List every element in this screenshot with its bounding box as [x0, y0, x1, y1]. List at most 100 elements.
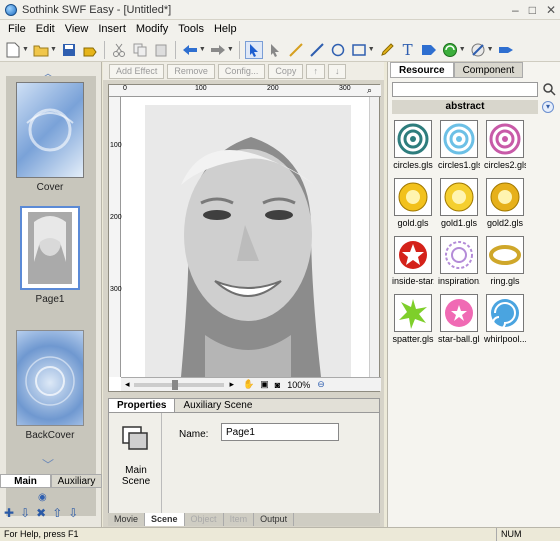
subselect-icon[interactable] — [266, 41, 284, 59]
rectangle-tool-icon[interactable] — [350, 41, 368, 59]
line2-tool-icon[interactable] — [308, 41, 326, 59]
menu-tools[interactable]: Tools — [173, 23, 209, 35]
resource-item[interactable]: ring.gls — [484, 236, 526, 294]
menu-insert[interactable]: Insert — [93, 23, 131, 35]
publish-dropdown-icon[interactable]: ▼ — [487, 46, 494, 53]
tab-auxiliary[interactable]: Auxiliary — [51, 474, 102, 488]
canvas-vertical-scrollbar[interactable] — [369, 97, 379, 379]
canvas-zoom-bar: ◂ ▸ ✋ ▣ ◙ 100% ⊖ — [121, 377, 381, 391]
copy-effect-button[interactable]: Copy — [268, 63, 304, 79]
publish-icon[interactable] — [469, 41, 487, 59]
tab-movie[interactable]: Movie — [108, 513, 146, 526]
actual-size-icon[interactable]: ◙ — [275, 380, 280, 390]
menu-help[interactable]: Help — [209, 23, 242, 35]
minimize-button[interactable]: – — [512, 3, 519, 17]
resource-item-label: circles1.gls — [438, 160, 480, 170]
config-effect-button[interactable]: Config... — [217, 63, 266, 79]
text-tool-icon[interactable]: T — [399, 41, 417, 59]
stage-canvas[interactable]: 0 100 200 300 ⌕ 100 200 300 ◂ ▸ ✋ ▣ ◙ 10… — [108, 84, 381, 392]
play-icon[interactable] — [420, 41, 438, 59]
resource-item[interactable]: whirlpool.... — [484, 294, 526, 352]
move-up-icon[interactable]: ⇧ — [52, 506, 62, 520]
resource-item[interactable]: gold.gls — [392, 178, 434, 236]
scroll-right-icon[interactable]: ▸ — [230, 379, 235, 390]
resource-category[interactable]: abstract — [392, 100, 538, 114]
tab-item[interactable]: Item — [224, 513, 255, 526]
scene-name-input[interactable] — [221, 423, 339, 441]
line-tool-icon[interactable] — [287, 41, 305, 59]
paste-icon[interactable] — [152, 41, 170, 59]
redo-icon[interactable] — [209, 41, 227, 59]
add-effect-button[interactable]: Add Effect — [109, 63, 165, 79]
close-button[interactable]: ✕ — [546, 3, 556, 17]
shape-dropdown-icon[interactable]: ▼ — [368, 46, 375, 53]
window-title: Sothink SWF Easy - [Untitled*] — [22, 3, 172, 16]
resource-search-input[interactable] — [392, 82, 538, 97]
remove-effect-button[interactable]: Remove — [167, 63, 215, 79]
tab-auxiliary-scene[interactable]: Auxiliary Scene — [175, 399, 260, 412]
menu-file[interactable]: File — [3, 23, 31, 35]
open-folder-icon[interactable] — [32, 41, 50, 59]
scene-label: Main Scene — [121, 465, 151, 487]
import-page-icon[interactable]: ⇩ — [20, 506, 30, 520]
menu-modify[interactable]: Modify — [131, 23, 173, 35]
redo-dropdown-icon[interactable]: ▼ — [227, 46, 234, 53]
resource-item[interactable]: circles.gls — [392, 120, 434, 178]
copy-icon[interactable] — [131, 41, 149, 59]
cut-icon[interactable] — [110, 41, 128, 59]
tab-object[interactable]: Object — [185, 513, 224, 526]
tab-properties[interactable]: Properties — [109, 399, 176, 412]
resource-item-label: circles2.gls — [484, 160, 526, 170]
undo-icon[interactable] — [181, 41, 199, 59]
resource-item[interactable]: circles2.gls — [484, 120, 526, 178]
tab-resource[interactable]: Resource — [390, 62, 454, 78]
fit-view-icon[interactable]: ▣ — [260, 379, 269, 390]
tab-component[interactable]: Component — [453, 62, 524, 78]
tab-output[interactable]: Output — [254, 513, 295, 526]
page-photo[interactable] — [145, 105, 351, 377]
resource-item[interactable]: gold1.gls — [438, 178, 480, 236]
resource-item[interactable]: gold2.gls — [484, 178, 526, 236]
resource-thumbnail — [394, 294, 432, 332]
export-icon[interactable] — [81, 41, 99, 59]
menu-view[interactable]: View — [60, 23, 94, 35]
preview-globe-icon[interactable] — [441, 41, 459, 59]
new-file-icon[interactable] — [4, 41, 22, 59]
horizontal-scroll-track[interactable] — [133, 379, 224, 390]
menu-edit[interactable]: Edit — [31, 23, 60, 35]
new-dropdown-icon[interactable]: ▼ — [22, 46, 29, 53]
scroll-down-icon[interactable]: ﹀ — [42, 456, 54, 473]
resource-item[interactable]: spatter.gls — [392, 294, 434, 352]
preview-dropdown-icon[interactable]: ▼ — [459, 46, 466, 53]
resource-item[interactable]: circles1.gls — [438, 120, 480, 178]
scroll-left-icon[interactable]: ◂ — [125, 379, 130, 390]
delete-page-icon[interactable]: ✖ — [36, 506, 46, 520]
resource-item[interactable]: inside-star... — [392, 236, 434, 294]
maximize-button[interactable]: □ — [529, 3, 536, 17]
open-dropdown-icon[interactable]: ▼ — [50, 46, 57, 53]
resource-item[interactable]: inspiration... — [438, 236, 480, 294]
move-down-icon[interactable]: ⇩ — [68, 506, 78, 520]
select-arrow-icon[interactable] — [244, 40, 263, 59]
effect-down-icon[interactable]: ↓ — [327, 63, 347, 79]
tab-scene[interactable]: Scene — [145, 513, 185, 526]
add-page-icon[interactable]: ✚ — [4, 506, 14, 520]
page-thumb-page1[interactable]: Page1 — [14, 206, 86, 305]
resource-item[interactable]: star-ball.gls — [438, 294, 480, 352]
search-icon[interactable] — [542, 82, 556, 96]
zoom-out-icon[interactable]: ⊖ — [317, 379, 325, 390]
hand-tool-icon[interactable]: ✋ — [243, 379, 254, 390]
resource-item-label: star-ball.gls — [438, 334, 480, 344]
page-thumb-backcover[interactable]: BackCover — [14, 330, 86, 441]
ellipse-tool-icon[interactable] — [329, 41, 347, 59]
swf-export-icon[interactable] — [497, 41, 515, 59]
tab-main[interactable]: Main — [0, 474, 51, 488]
category-dropdown-icon[interactable]: ▾ — [542, 101, 554, 113]
page-thumb-cover[interactable]: Cover — [14, 82, 86, 193]
visibility-eye-icon[interactable]: ◉ — [38, 492, 47, 503]
effect-up-icon[interactable]: ↑ — [306, 63, 325, 79]
canvas-search-icon[interactable]: ⌕ — [367, 85, 372, 96]
undo-dropdown-icon[interactable]: ▼ — [199, 46, 206, 53]
save-icon[interactable] — [60, 41, 78, 59]
pen-tool-icon[interactable] — [378, 41, 396, 59]
